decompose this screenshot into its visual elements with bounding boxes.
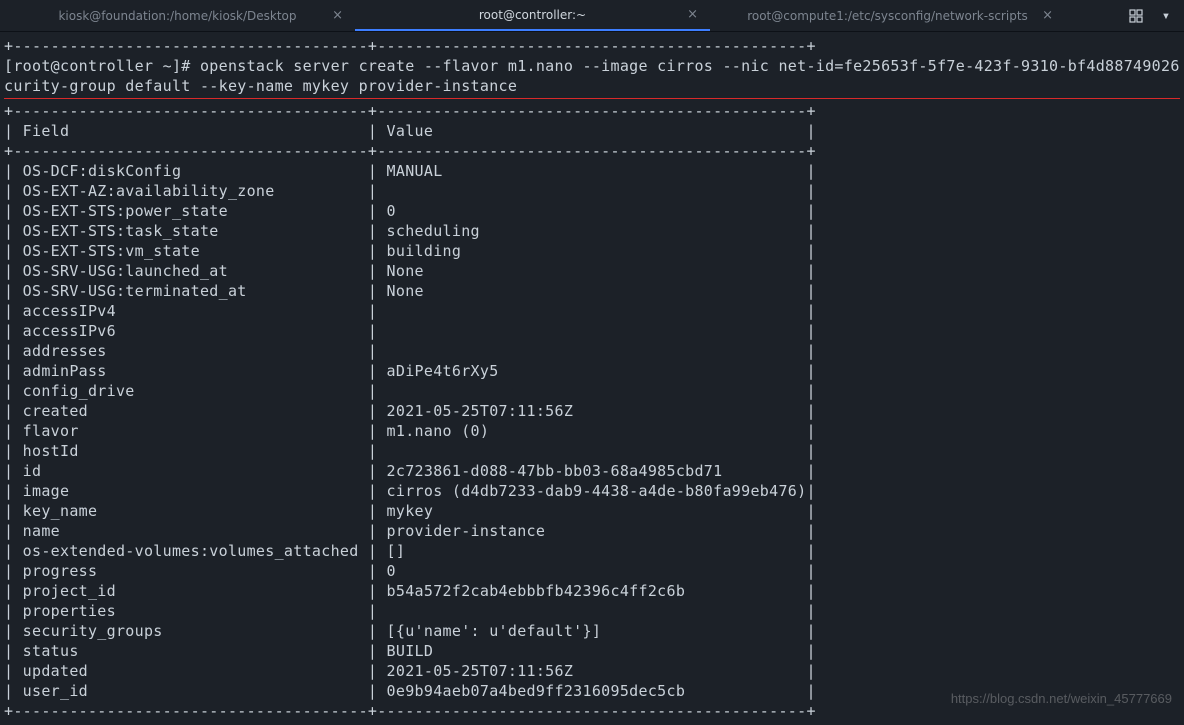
tab-1[interactable]: kiosk@foundation:/home/kiosk/Desktop ×: [0, 0, 355, 31]
grid-icon-svg: [1129, 9, 1143, 23]
menu-dropdown-icon[interactable]: ▾: [1156, 6, 1176, 26]
close-icon[interactable]: ×: [332, 8, 343, 23]
titlebar: kiosk@foundation:/home/kiosk/Desktop × r…: [0, 0, 1184, 32]
tab-bar: kiosk@foundation:/home/kiosk/Desktop × r…: [0, 0, 1118, 31]
close-icon[interactable]: ×: [687, 7, 698, 22]
tab-2[interactable]: root@controller:~ ×: [355, 0, 710, 31]
tab-title: root@compute1:/etc/sysconfig/network-scr…: [747, 9, 1028, 23]
tab-title: kiosk@foundation:/home/kiosk/Desktop: [58, 9, 296, 23]
command-underline: [4, 98, 1180, 99]
close-icon[interactable]: ×: [1042, 8, 1053, 23]
tab-3[interactable]: root@compute1:/etc/sysconfig/network-scr…: [710, 0, 1065, 31]
tab-title: root@controller:~: [479, 8, 586, 22]
watermark: https://blog.csdn.net/weixin_45777669: [951, 691, 1172, 706]
titlebar-controls: ▾: [1118, 6, 1184, 26]
terminal-output[interactable]: +--------------------------------------+…: [0, 32, 1184, 725]
grid-icon[interactable]: [1126, 6, 1146, 26]
